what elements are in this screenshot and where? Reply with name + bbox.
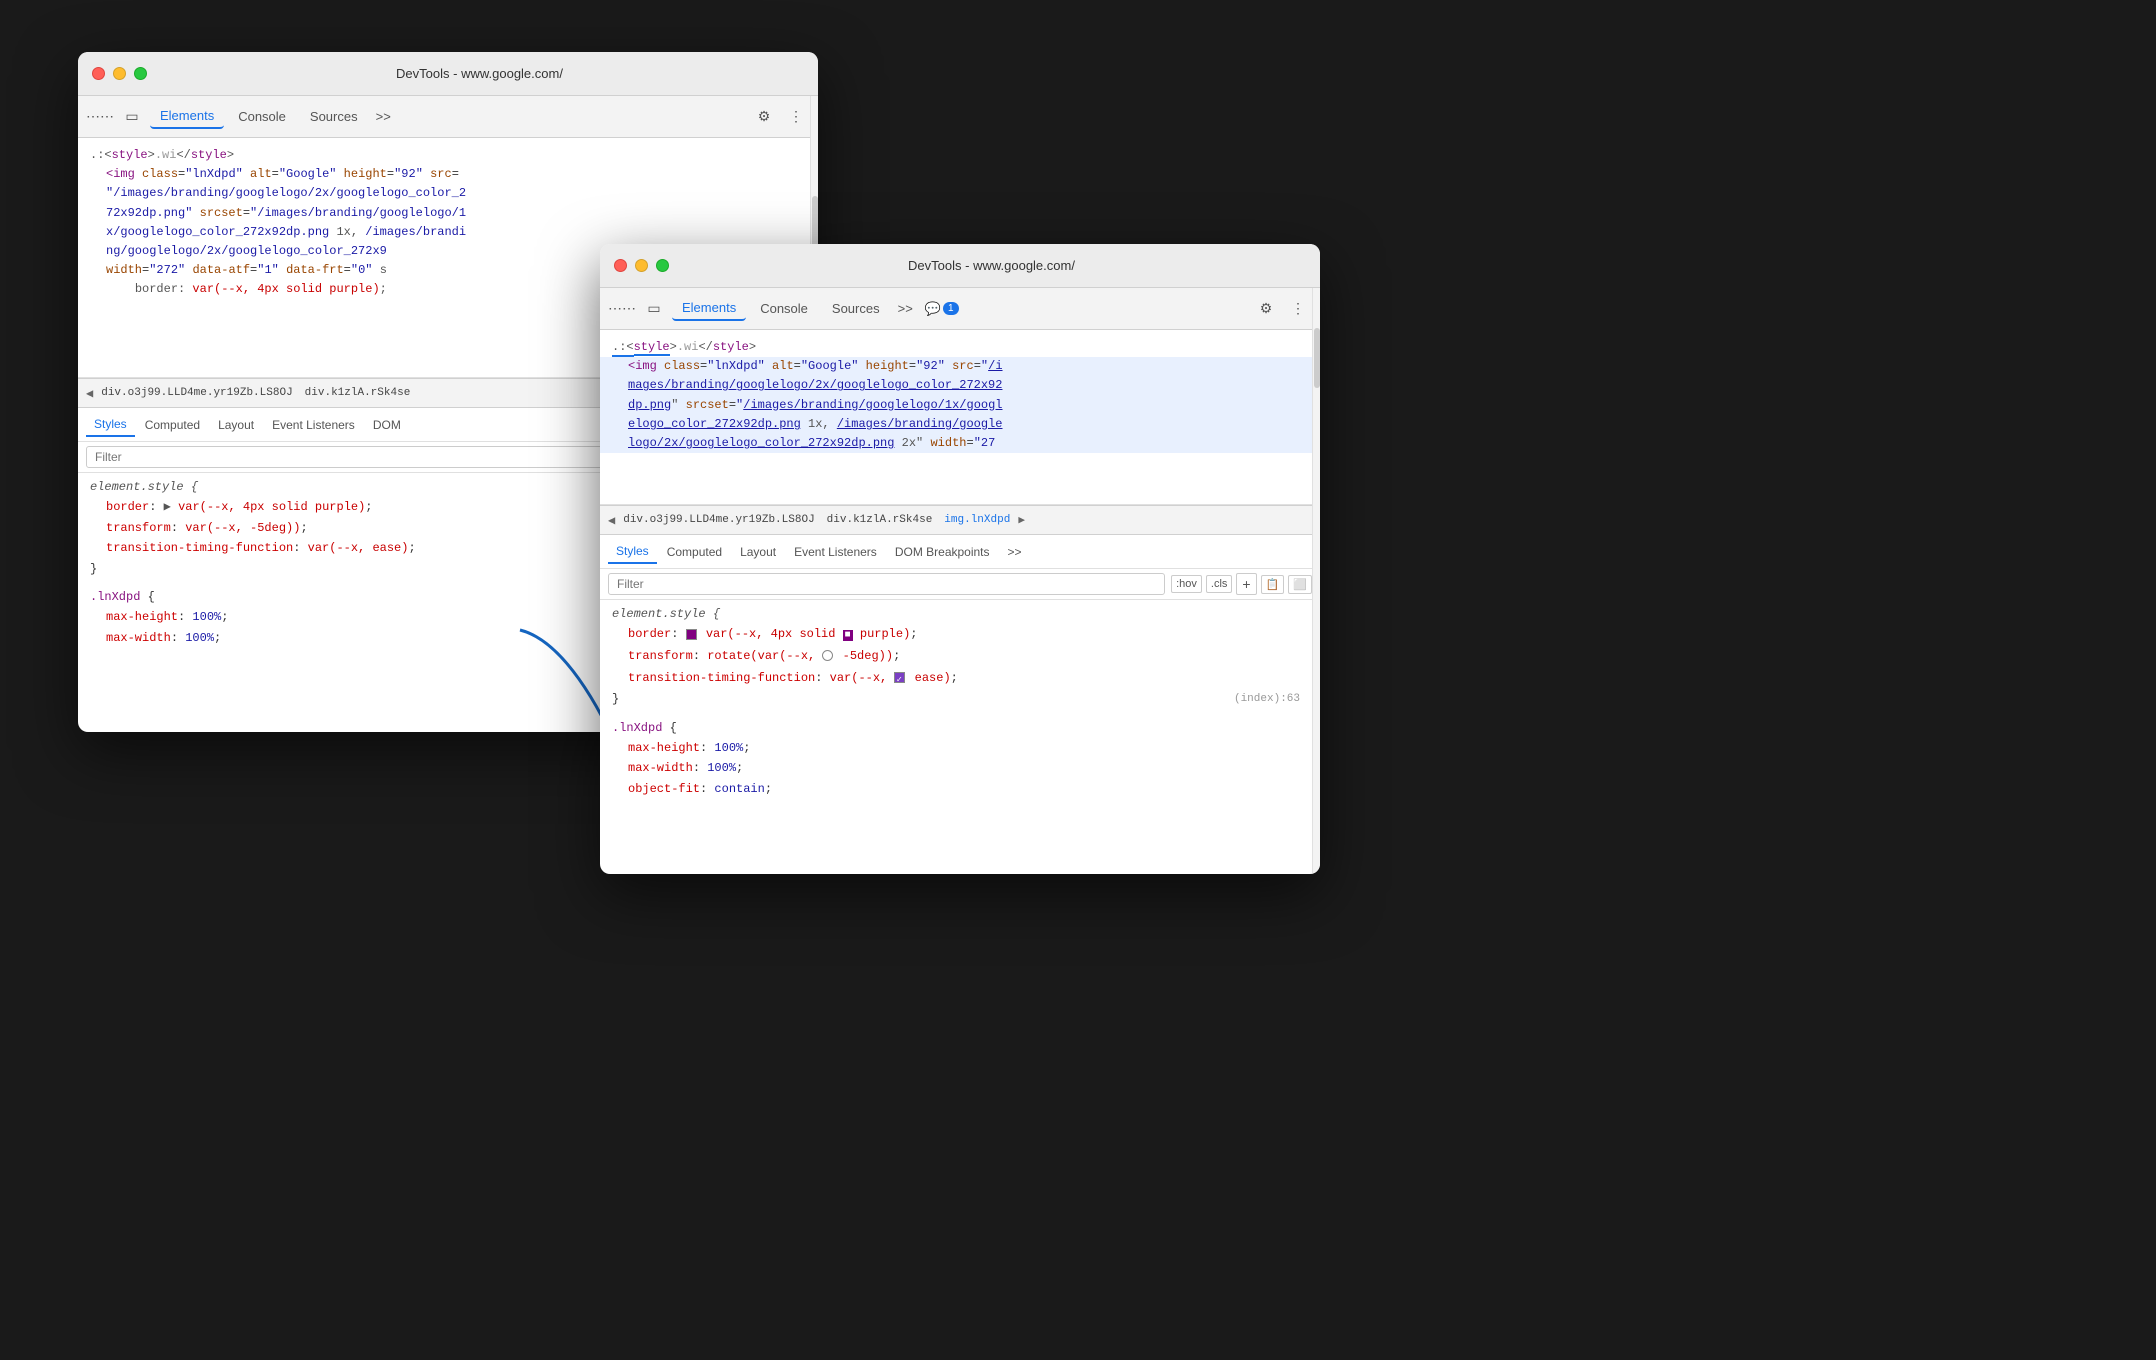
purple-text: ■	[843, 630, 853, 641]
css-rule-lnxdpd-2: .lnXdpd { max-height: 100%; max-width: 1…	[600, 714, 1320, 804]
tab-event-listeners-2[interactable]: Event Listeners	[786, 541, 885, 563]
css-selector-2: element.style {	[612, 604, 1308, 624]
settings-icon-2[interactable]: ⚙	[1252, 295, 1280, 323]
breadcrumb-item-2[interactable]: div.k1zlA.rSk4se	[301, 385, 415, 401]
window-title-2: DevTools - www.google.com/	[677, 258, 1306, 273]
scrollbar-2[interactable]	[1312, 288, 1320, 874]
tab-computed-2[interactable]: Computed	[659, 541, 730, 563]
html-line-2-6: logo/2x/googlelogo_color_272x92dp.png 2x…	[600, 434, 1320, 453]
filter-input-2[interactable]	[608, 573, 1165, 595]
html-line-2-2: <img class="lnXdpd" alt="Google" height=…	[600, 357, 1320, 376]
tab-styles-1[interactable]: Styles	[86, 413, 135, 437]
devtools-toolbar-2: ⋯⋯ ▭ Elements Console Sources >> 💬 1 ⚙ ⋮	[600, 288, 1320, 330]
css-rule-element-style-2: element.style { border: var(--x, 4px sol…	[600, 600, 1320, 714]
cursor-icon[interactable]: ⋯⋯	[86, 103, 114, 131]
breadcrumb-back-2[interactable]: ◀	[608, 513, 615, 528]
tab-dom-1[interactable]: DOM	[365, 414, 409, 436]
tab-console-1[interactable]: Console	[228, 105, 296, 128]
styles-tabs-2: Styles Computed Layout Event Listeners D…	[600, 535, 1320, 569]
tab-layout-1[interactable]: Layout	[210, 414, 262, 436]
menu-icon-1[interactable]: ⋮	[782, 103, 810, 131]
html-line-1: .:<style>.wi</style>	[78, 146, 818, 165]
tab-elements-2[interactable]: Elements	[672, 296, 746, 321]
html-line-2-4: dp.png" srcset="/images/branding/googlel…	[600, 396, 1320, 415]
window-title-1: DevTools - www.google.com/	[155, 66, 804, 81]
hov-button-2[interactable]: :hov	[1171, 575, 1202, 593]
scrollbar-thumb-2[interactable]	[1314, 328, 1320, 388]
css-prop-transition-2: transition-timing-function: var(--x, ✓ e…	[612, 668, 1308, 690]
html-line-5: x/googlelogo_color_272x92dp.png 1x, /ima…	[78, 223, 818, 242]
css-close-2: }	[612, 689, 1308, 709]
css-prop-border-2: border: var(--x, 4px solid ■ purple);	[612, 624, 1308, 646]
breadcrumb-bar-2: ◀ div.o3j99.LLD4me.yr19Zb.LS8OJ div.k1zl…	[600, 505, 1320, 535]
border-color-swatch[interactable]	[686, 629, 697, 640]
more-tabs-1[interactable]: >>	[372, 105, 395, 128]
css-max-width-2: max-width: 100%;	[612, 758, 1308, 778]
html-line-2-5: elogo_color_272x92dp.png 1x, /images/bra…	[600, 415, 1320, 434]
tab-computed-1[interactable]: Computed	[137, 414, 208, 436]
breadcrumb-item-2-3[interactable]: img.lnXdpd	[940, 512, 1014, 528]
tab-sources-1[interactable]: Sources	[300, 105, 368, 128]
tab-event-listeners-1[interactable]: Event Listeners	[264, 414, 363, 436]
toggle-sidebar-button[interactable]: ⬜	[1288, 575, 1312, 594]
notification-area: 💬 1	[925, 301, 959, 317]
more-tabs-2[interactable]: >>	[894, 297, 917, 320]
css-object-fit-2: object-fit: contain;	[612, 779, 1308, 799]
transform-circle-swatch[interactable]	[822, 650, 833, 661]
html-line-2-3: mages/branding/googlelogo/2x/googlelogo_…	[600, 376, 1320, 395]
minimize-button[interactable]	[113, 67, 126, 80]
maximize-button-2[interactable]	[656, 259, 669, 272]
tab-dom-breakpoints-2[interactable]: DOM Breakpoints	[887, 541, 998, 563]
breadcrumb-item-1[interactable]: div.o3j99.LLD4me.yr19Zb.LS8OJ	[97, 385, 296, 401]
css-prop-transform-2: transform: rotate(var(--x, -5deg));	[612, 646, 1308, 668]
html-line-3: "/images/branding/googlelogo/2x/googlelo…	[78, 184, 818, 203]
titlebar-1: DevTools - www.google.com/	[78, 52, 818, 96]
css-max-height-2: max-height: 100%;	[612, 738, 1308, 758]
breadcrumb-back-1[interactable]: ◀	[86, 386, 93, 401]
breadcrumb-item-2-1[interactable]: div.o3j99.LLD4me.yr19Zb.LS8OJ	[619, 512, 818, 528]
tab-sources-2[interactable]: Sources	[822, 297, 890, 320]
tab-elements-1[interactable]: Elements	[150, 104, 224, 129]
filter-action-buttons: :hov .cls + 📋 ⬜	[1171, 573, 1312, 595]
maximize-button[interactable]	[134, 67, 147, 80]
cls-button-2[interactable]: .cls	[1206, 575, 1233, 593]
notification-badge: 1	[943, 302, 959, 315]
tab-layout-2[interactable]: Layout	[732, 541, 784, 563]
html-panel-2: .:<style>.wi</style> <img class="lnXdpd"…	[600, 330, 1320, 505]
close-button-2[interactable]	[614, 259, 627, 272]
cursor-icon-2[interactable]: ⋯⋯	[608, 295, 636, 323]
menu-icon-2[interactable]: ⋮	[1284, 295, 1312, 323]
copy-styles-button[interactable]: 📋	[1261, 575, 1285, 594]
devtools-window-2: DevTools - www.google.com/ ⋯⋯ ▭ Elements…	[600, 244, 1320, 874]
breadcrumb-more[interactable]: ▶	[1018, 513, 1025, 527]
breadcrumb-item-2-2[interactable]: div.k1zlA.rSk4se	[823, 512, 937, 528]
html-line-4: 72x92dp.png" srcset="/images/branding/go…	[78, 204, 818, 223]
close-button[interactable]	[92, 67, 105, 80]
device-icon[interactable]: ▭	[118, 103, 146, 131]
css-selector-lnxdpd-2: .lnXdpd {	[612, 718, 1308, 738]
html-line-2: <img class="lnXdpd" alt="Google" height=…	[78, 165, 818, 184]
devtools-toolbar-1: ⋯⋯ ▭ Elements Console Sources >> ⚙ ⋮	[78, 96, 818, 138]
filter-bar-2: :hov .cls + 📋 ⬜	[600, 569, 1320, 600]
minimize-button-2[interactable]	[635, 259, 648, 272]
html-line-2-1: .:<style>.wi</style>	[600, 338, 1320, 357]
tab-console-2[interactable]: Console	[750, 297, 818, 320]
styles-panel-2: Styles Computed Layout Event Listeners D…	[600, 535, 1320, 803]
index-comment: (index):63	[1234, 690, 1300, 709]
titlebar-2: DevTools - www.google.com/	[600, 244, 1320, 288]
device-icon-2[interactable]: ▭	[640, 295, 668, 323]
add-rule-button[interactable]: +	[1236, 573, 1256, 595]
settings-icon-1[interactable]: ⚙	[750, 103, 778, 131]
timing-checkbox-swatch[interactable]: ✓	[894, 672, 905, 683]
tab-more-2[interactable]: >>	[1000, 541, 1030, 563]
tab-styles-2[interactable]: Styles	[608, 540, 657, 564]
